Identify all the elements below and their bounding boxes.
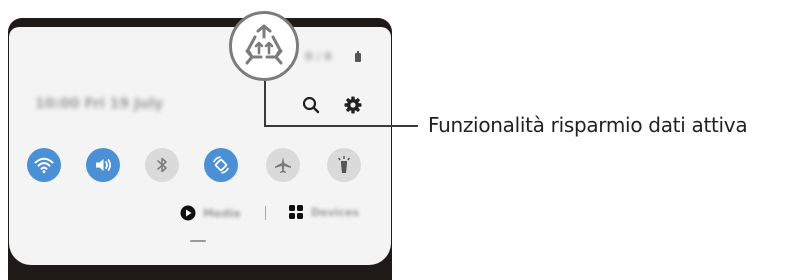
play-circle-icon [180, 205, 196, 221]
devices-label: Devices [311, 205, 360, 219]
status-right-info: 0 / 6 [305, 50, 332, 63]
battery-icon [355, 51, 361, 62]
auto-rotate-icon [213, 156, 229, 174]
quick-settings-panel [9, 27, 391, 265]
flashlight-icon [337, 156, 351, 173]
auto-rotate-toggle[interactable] [204, 148, 238, 182]
status-time: 10:00 Fri 19 July [35, 96, 164, 112]
media-label: Media [203, 206, 241, 220]
sound-toggle[interactable] [86, 148, 120, 182]
panel-drag-handle[interactable] [190, 240, 206, 242]
wifi-icon [34, 157, 54, 174]
data-saver-callout [229, 11, 299, 81]
flashlight-toggle[interactable] [327, 148, 361, 182]
airplane-mode-toggle[interactable] [266, 148, 300, 182]
devices-button[interactable]: Devices [289, 205, 359, 219]
bluetooth-icon [157, 157, 167, 173]
data-saver-icon [245, 24, 283, 65]
volume-icon [96, 159, 112, 171]
callout-label: Funzionalità risparmio dati attiva [428, 113, 748, 137]
callout-line-horizontal [264, 125, 418, 127]
airplane-icon [275, 157, 291, 173]
media-button[interactable]: Media [180, 205, 240, 221]
bluetooth-toggle[interactable] [145, 148, 179, 182]
callout-line-vertical [264, 80, 266, 127]
search-icon[interactable] [302, 96, 320, 118]
devices-grid-icon [289, 205, 303, 219]
media-devices-divider [265, 206, 266, 220]
wifi-toggle[interactable] [27, 148, 61, 182]
settings-gear-icon[interactable] [344, 96, 362, 118]
